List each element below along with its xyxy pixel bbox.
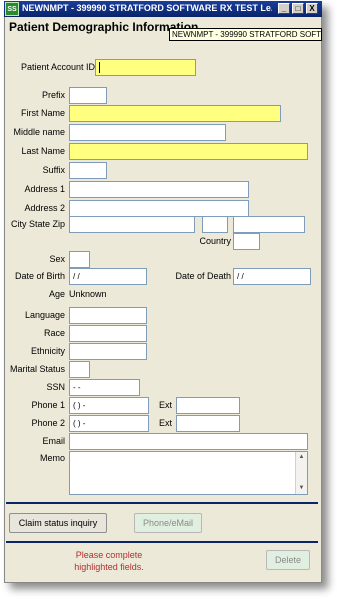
marital-status-input[interactable] [69, 361, 90, 378]
state-input[interactable] [202, 216, 228, 233]
dod-input[interactable]: / / [233, 268, 311, 285]
phone-email-button[interactable]: Phone/eMail [134, 513, 202, 533]
suffix-label: Suffix [42, 165, 65, 175]
memo-textarea[interactable]: ▲ ▼ [69, 451, 308, 495]
middle-name-label: Middle name [13, 127, 65, 137]
delete-button[interactable]: Delete [266, 550, 310, 570]
last-name-input[interactable] [69, 143, 308, 160]
city-state-zip-label: City State Zip [10, 219, 65, 229]
address1-input[interactable] [69, 181, 249, 198]
window-title: NEWNMPT - 399990 STRATFORD SOFTWARE RX T… [22, 3, 272, 13]
minimize-button[interactable]: _ [278, 3, 290, 14]
title-tooltip: NEWNMPT - 399990 STRATFORD SOFTWARE RX T… [169, 28, 322, 41]
phone1-label: Phone 1 [31, 400, 65, 410]
age-label: Age [48, 289, 65, 299]
maximize-button[interactable]: □ [292, 3, 304, 14]
dob-input[interactable]: / / [69, 268, 147, 285]
text-caret [99, 62, 100, 74]
email-input[interactable] [69, 433, 308, 450]
email-label: Email [42, 436, 65, 446]
phone1-ext-label: Ext [158, 400, 172, 410]
race-label: Race [43, 328, 65, 338]
race-input[interactable] [69, 325, 147, 342]
language-label: Language [24, 310, 65, 320]
dod-label: Date of Death [175, 271, 231, 281]
sex-input[interactable] [69, 251, 90, 268]
zip-input[interactable] [233, 216, 305, 233]
prefix-label: Prefix [41, 90, 65, 100]
dob-label: Date of Birth [14, 271, 65, 281]
ethnicity-label: Ethnicity [30, 346, 65, 356]
address1-label: Address 1 [24, 184, 65, 194]
marital-status-label: Marital Status [9, 364, 65, 374]
prefix-input[interactable] [69, 87, 107, 104]
middle-name-input[interactable] [69, 124, 226, 141]
divider-top [6, 502, 318, 504]
city-input[interactable] [69, 216, 195, 233]
validation-warning: Please complete highlighted fields. [74, 550, 144, 572]
first-name-label: First Name [20, 108, 65, 118]
memo-scrollbar[interactable]: ▲ ▼ [295, 452, 307, 494]
account-id-label: Patient Account ID [20, 62, 95, 72]
ethnicity-input[interactable] [69, 343, 147, 360]
ssn-input[interactable]: - - [69, 379, 140, 396]
language-input[interactable] [69, 307, 147, 324]
scroll-down-icon[interactable]: ▼ [296, 483, 307, 494]
sex-label: Sex [49, 254, 65, 264]
account-id-input[interactable] [95, 59, 196, 76]
country-label: Country [199, 236, 231, 246]
scroll-up-icon[interactable]: ▲ [296, 452, 307, 463]
phone2-label: Phone 2 [31, 418, 65, 428]
demographics-form: Patient Account ID Prefix First Name Mid… [6, 42, 318, 582]
memo-label: Memo [39, 453, 65, 463]
suffix-input[interactable] [69, 162, 107, 179]
phone2-ext-label: Ext [158, 418, 172, 428]
age-value: Unknown [69, 289, 107, 299]
phone2-ext-input[interactable] [176, 415, 240, 432]
title-bar[interactable]: SS NEWNMPT - 399990 STRATFORD SOFTWARE R… [4, 1, 322, 17]
country-input[interactable] [233, 233, 260, 250]
address2-input[interactable] [69, 200, 249, 217]
ssn-label: SSN [46, 382, 65, 392]
app-icon: SS [5, 2, 19, 16]
phone1-input[interactable]: ( ) - [69, 397, 149, 414]
divider-bottom [6, 541, 318, 543]
claim-status-inquiry-button[interactable]: Claim status inquiry [9, 513, 107, 533]
close-button[interactable]: X [306, 3, 318, 14]
first-name-input[interactable] [69, 105, 281, 122]
phone1-ext-input[interactable] [176, 397, 240, 414]
phone2-input[interactable]: ( ) - [69, 415, 149, 432]
last-name-label: Last Name [21, 146, 65, 156]
address2-label: Address 2 [24, 203, 65, 213]
